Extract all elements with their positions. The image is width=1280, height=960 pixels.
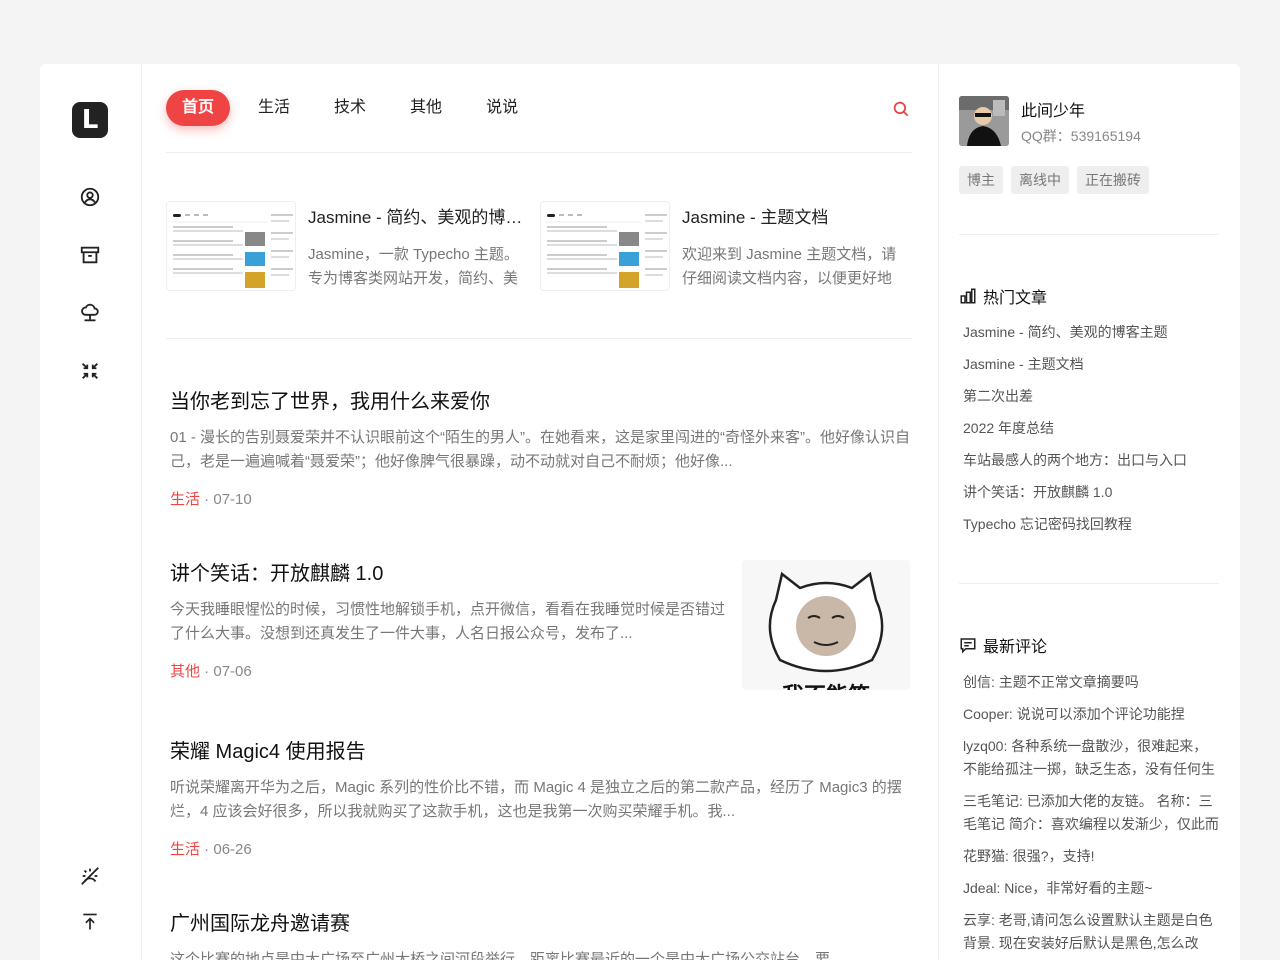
bar-chart-icon	[960, 288, 976, 304]
post-title[interactable]: 荣耀 Magic4 使用报告	[170, 738, 910, 766]
post-thumbnail: 我不能笑	[742, 560, 910, 690]
post-excerpt: 这个比赛的地点是中大广场至广州大桥之间河段举行，距离比赛最近的一个是中大广场公交…	[170, 951, 843, 960]
site-logo[interactable]: L	[72, 102, 108, 138]
right-sidebar: 此间少年 QQ群：539165194 博主 离线中 正在搬砖 热门文章 Jasm…	[939, 64, 1240, 960]
post-item[interactable]: 当你老到忘了世界，我用什么来爱你 01 - 漫长的告别聂爱荣并不认识眼前这个“陌…	[170, 388, 910, 509]
nav-item-other[interactable]: 其他	[394, 90, 458, 126]
nav-item-life[interactable]: 生活	[242, 90, 306, 126]
profile-tags: 博主 离线中 正在搬砖	[959, 166, 1157, 194]
profile-tag: 正在搬砖	[1077, 166, 1149, 194]
search-icon[interactable]	[892, 100, 910, 118]
left-rail: L	[40, 64, 142, 960]
nav-item-tech[interactable]: 技术	[318, 90, 382, 126]
hot-article-link[interactable]: Jasmine - 主题文档	[963, 354, 1219, 386]
post-meta: 生活 · 07-10	[170, 491, 252, 508]
comment-link[interactable]: Jdeal: Nice，非常好看的主题~	[963, 877, 1219, 900]
post-excerpt: 01 - 漫长的告别聂爱荣并不认识眼前这个“陌生的男人”。在她看来，这是家里闯进…	[170, 429, 910, 470]
post-item[interactable]: 讲个笑话：开放麒麟 1.0 今天我睡眼惺忪的时候，习惯性地解锁手机，点开微信，看…	[170, 560, 910, 690]
featured-thumbnail	[540, 201, 670, 291]
post-excerpt: 听说荣耀离开华为之后，Magic 系列的性价比不错，而 Magic 4 是独立之…	[170, 779, 902, 820]
hot-articles-heading: 热门文章	[959, 284, 1047, 308]
comment-icon	[960, 638, 976, 654]
post-date: 06-26	[213, 841, 252, 858]
hot-articles-list: Jasmine - 简约、美观的博客主题 Jasmine - 主题文档 第二次出…	[963, 322, 1219, 546]
comment-link[interactable]: 创信: 主题不正常文章摘要吗	[963, 671, 1219, 694]
post-thumbnail-caption: 我不能笑	[742, 678, 910, 690]
featured-thumbnail	[166, 201, 296, 291]
post-category[interactable]: 其他	[170, 663, 200, 680]
post-excerpt: 今天我睡眼惺忪的时候，习惯性地解锁手机，点开微信，看看在我睡觉时候是否错过了什么…	[170, 601, 726, 642]
latest-comments-title: 最新评论	[983, 639, 1048, 656]
shrink-icon[interactable]	[78, 359, 102, 383]
back-to-top-icon[interactable]	[78, 910, 102, 934]
comment-link[interactable]: 云享: 老哥,请问怎么设置默认主题是白色背景. 现在安装好后默认是黑色,怎么改	[963, 909, 1219, 955]
featured-desc: 欢迎来到 Jasmine 主题文档，请仔细阅读文档内容，以便更好地使用主题。	[682, 246, 897, 287]
post-date: 07-06	[213, 663, 252, 680]
main-content: 首页 生活 技术 其他 说说 Jasmine - 简约、美观的博客 Jasmin…	[142, 64, 939, 960]
profile-tag: 博主	[959, 166, 1003, 194]
hot-article-link[interactable]: 讲个笑话：开放麒麟 1.0	[963, 482, 1219, 514]
hot-articles-title: 热门文章	[983, 290, 1048, 307]
post-item[interactable]: 广州国际龙舟邀请赛 这个比赛的地点是中大广场至广州大桥之间河段举行，距离比赛最近…	[170, 910, 910, 960]
divider	[959, 583, 1219, 584]
post-item[interactable]: 荣耀 Magic4 使用报告 听说荣耀离开华为之后，Magic 系列的性价比不错…	[170, 738, 910, 859]
post-title[interactable]: 当你老到忘了世界，我用什么来爱你	[170, 388, 910, 416]
divider	[959, 234, 1219, 235]
featured-title[interactable]: Jasmine - 简约、美观的博客主题	[308, 203, 523, 228]
nav-item-home[interactable]: 首页	[166, 90, 231, 126]
latest-comments-heading: 最新评论	[959, 633, 1047, 657]
post-meta: 生活 · 06-26	[170, 841, 252, 858]
comment-link[interactable]: 花野猫: 很强?，支持!	[963, 845, 1219, 868]
post-title[interactable]: 广州国际龙舟邀请赛	[170, 910, 910, 938]
divider	[166, 152, 912, 153]
nav-item-talk[interactable]: 说说	[470, 90, 534, 126]
profile-tag: 离线中	[1011, 166, 1069, 194]
profile-name: 此间少年	[1021, 103, 1086, 120]
featured-title[interactable]: Jasmine - 主题文档	[682, 203, 897, 228]
hot-article-link[interactable]: 车站最感人的两个地方：出口与入口	[963, 450, 1219, 482]
post-category[interactable]: 生活	[170, 491, 200, 508]
archive-icon[interactable]	[78, 243, 102, 267]
comment-link[interactable]: lyzq00: 各种系统一盘散沙，很难起来，不能给孤注一掷，缺乏生态，没有任何生…	[963, 735, 1219, 781]
profile-qq: QQ群：539165194	[1021, 128, 1141, 144]
featured-card[interactable]: Jasmine - 主题文档 欢迎来到 Jasmine 主题文档，请仔细阅读文档…	[540, 201, 900, 291]
post-date: 07-10	[213, 491, 252, 508]
cloud-icon[interactable]	[78, 301, 102, 325]
page-frame: L 首页 生活 技术 其他 说说 Jasmine - 简约、美观的博客 Jasm…	[40, 64, 1240, 960]
featured-desc: Jasmine，一款 Typecho 主题。专为博客类网站开发，简约、美观。	[308, 246, 519, 287]
hot-article-link[interactable]: Jasmine - 简约、美观的博客主题	[963, 322, 1219, 354]
featured-card[interactable]: Jasmine - 简约、美观的博客主题 Jasmine，一款 Typecho …	[166, 201, 526, 291]
comment-link[interactable]: Cooper: 说说可以添加个评论功能捏	[963, 703, 1219, 726]
hot-article-link[interactable]: Typecho 忘记密码找回教程	[963, 514, 1219, 546]
category-nav: 首页 生活 技术 其他 说说	[166, 89, 546, 127]
latest-comments-list: 创信: 主题不正常文章摘要吗 Cooper: 说说可以添加个评论功能捏 lyzq…	[963, 671, 1219, 960]
comment-link[interactable]: 三毛笔记: 已添加大佬的友链。 名称：三毛笔记 简介：喜欢编程以发渐少，仅此而已	[963, 790, 1219, 836]
divider	[166, 338, 912, 339]
hot-article-link[interactable]: 第二次出差	[963, 386, 1219, 418]
avatar[interactable]	[959, 96, 1009, 146]
hot-article-link[interactable]: 2022 年度总结	[963, 418, 1219, 450]
post-category[interactable]: 生活	[170, 841, 200, 858]
theme-toggle-icon[interactable]	[78, 864, 102, 888]
user-icon[interactable]	[78, 185, 102, 209]
